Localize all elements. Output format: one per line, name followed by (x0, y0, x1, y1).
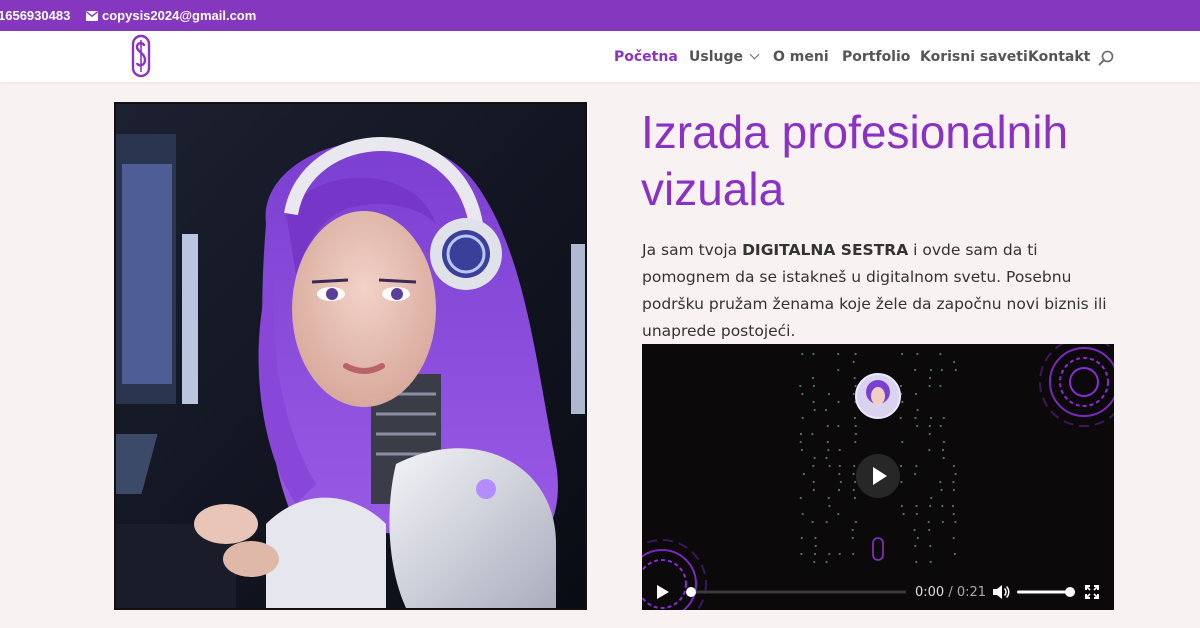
duration: 0:21 (956, 585, 987, 600)
intro-highlight: DIGITALNA SESTRA (742, 241, 909, 259)
play-icon (873, 467, 887, 485)
logo-icon[interactable] (131, 34, 151, 78)
time-display: 0:00 / 0:21 (915, 585, 986, 600)
hero-intro: Ja sam tvoja DIGITALNA SESTRA i ovde sam… (642, 237, 1122, 345)
hero-title: Izrada profesionalnih vizuala (641, 106, 1069, 215)
current-time: 0:00 (915, 585, 945, 600)
phone-number[interactable]: 1656930483 (0, 8, 70, 23)
fullscreen-icon[interactable] (1085, 585, 1099, 599)
nav-item-pocetna[interactable]: Početna (614, 49, 678, 65)
email-link[interactable]: copysis2024@gmail.com (86, 8, 256, 23)
play-icon[interactable] (656, 584, 670, 600)
intro-text: Ja sam tvoja (642, 241, 743, 259)
nav-item-o-meni[interactable]: O meni (773, 49, 829, 65)
robot-girl-illustration (116, 104, 585, 608)
volume-slider[interactable] (1017, 587, 1075, 597)
envelope-icon (86, 10, 98, 21)
video-controls: 0:00 / 0:21 (642, 574, 1114, 610)
chevron-down-icon (749, 49, 760, 60)
time-separator: / (944, 585, 957, 600)
hero-illustration (114, 102, 587, 610)
top-bar: 1656930483 copysis2024@gmail.com (0, 0, 1200, 31)
big-play-button[interactable] (856, 454, 900, 498)
video-player[interactable]: 0:00 / 0:21 (642, 344, 1114, 610)
nav-item-portfolio[interactable]: Portfolio (842, 49, 910, 65)
nav-item-korisni-saveti[interactable]: Korisni saveti (920, 49, 1028, 65)
volume-icon[interactable] (992, 584, 1010, 600)
progress-slider[interactable] (686, 587, 906, 597)
nav-item-kontakt[interactable]: Kontakt (1028, 49, 1090, 65)
nav-item-usluge[interactable]: Usluge (689, 49, 760, 65)
nav-item-label: Usluge (689, 49, 743, 65)
search-icon[interactable] (1098, 50, 1114, 66)
email-address: copysis2024@gmail.com (102, 8, 257, 23)
